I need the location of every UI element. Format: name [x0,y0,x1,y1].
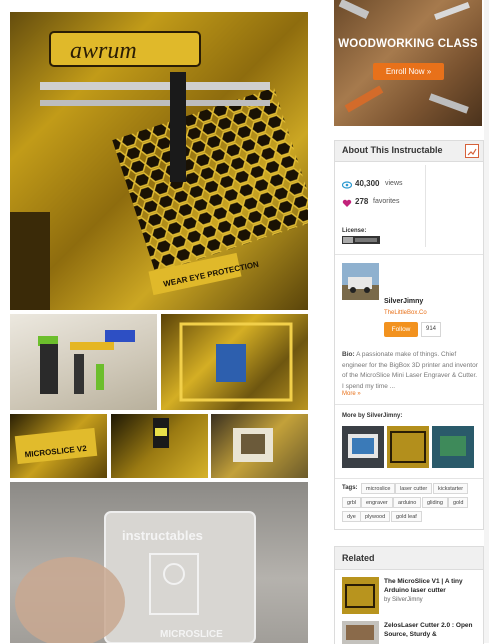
enroll-now-button[interactable]: Enroll Now » [373,63,444,80]
favorites-count: 278 [355,197,369,206]
microslice-plate-image: MICROSLICE V2 [14,427,98,465]
follow-button[interactable]: Follow [384,322,418,337]
author-name[interactable]: SilverJimny [384,298,423,305]
tag-arduino[interactable]: arduino [393,497,422,508]
about-panel: About This Instructable 40,300 views 278… [334,140,484,530]
license-label: License: [342,228,367,234]
clamp-parts-image [38,330,135,394]
author-divider [335,254,483,255]
thumb-photo-5[interactable] [211,414,308,478]
thumb-photo-3[interactable]: MICROSLICE V2 [10,414,107,478]
related-panel-title: Related [342,553,375,563]
bio-label: Bio: [342,351,355,358]
creative-commons-badge-icon[interactable] [342,236,380,244]
card-text-instructables: instructables [122,528,203,543]
laser-head-image [153,418,169,448]
author-avatar[interactable] [342,263,379,300]
tag-gliding[interactable]: gliding [422,497,448,508]
stats-chart-icon[interactable] [465,144,479,158]
laser-cutter-image: awrum WEAR EYE PROTECTION [10,12,308,310]
engraved-sample-image [233,428,273,462]
more-by-thumb-2[interactable] [387,426,429,468]
more-by-divider [335,404,483,405]
heart-icon [342,199,352,207]
more-by-thumb-3[interactable] [432,426,474,468]
bio-more-link[interactable]: More » [342,391,361,397]
related-thumb-2[interactable] [342,621,379,644]
thumb-photo-1[interactable] [10,314,157,410]
favorites-label: favorites [373,198,400,205]
related-thumb-1[interactable] [342,577,379,614]
tag-laser-cutter[interactable]: laser cutter [395,483,433,494]
tag-plywood[interactable]: plywood [360,511,391,522]
main-photo[interactable]: awrum WEAR EYE PROTECTION [10,12,308,310]
tag-gold[interactable]: gold [448,497,469,508]
views-label: views [385,180,403,187]
tag-grbl[interactable]: grbl [342,497,362,508]
tag-dye[interactable]: dye [342,511,361,522]
about-panel-header: About This Instructable [335,141,483,162]
tag-engraver[interactable]: engraver [361,497,393,508]
svg-text:awrum: awrum [70,38,137,64]
eye-icon [342,181,352,189]
engraved-card-image: instructables MICROSLICE [15,511,256,643]
more-by-heading: More by SilverJimny: [342,413,403,419]
about-panel-title: About This Instructable [342,145,443,155]
views-count: 40,300 [355,179,380,188]
tag-microslice[interactable]: microslice [361,483,396,494]
author-site-link[interactable]: TheLittleBox.Co [384,310,427,316]
related-item-1-author[interactable]: by SilverJimny [384,597,423,603]
tag-gold-leaf[interactable]: gold leaf [391,511,422,522]
related-panel-header: Related [335,547,483,570]
electronics-image [179,322,293,402]
thumb-photo-4[interactable] [111,414,208,478]
tags-divider [335,478,483,479]
more-by-thumb-1[interactable] [342,426,384,468]
engraved-card-photo[interactable]: instructables MICROSLICE [10,482,308,643]
followers-count: 914 [421,322,441,337]
related-item-1-title[interactable]: The MicroSlice V1 | A tiny Arduino laser… [384,577,478,595]
bio-block: Bio: A passionate make of things. Chief … [342,350,478,392]
stats-chart-glyph [467,148,477,156]
ad-title: WOODWORKING CLASS [338,38,478,50]
tags-label: Tags: [342,485,358,491]
stats-divider [425,165,426,247]
scrollbar-track[interactable] [484,0,489,643]
thumb-photo-2[interactable] [161,314,308,410]
related-item-2-title[interactable]: ZelosLaser Cutter 2.0 : Open Source, Stu… [384,621,478,639]
related-panel: Related The MicroSlice V1 | A tiny Ardui… [334,546,484,644]
tag-kickstarter[interactable]: kickstarter [433,483,469,494]
bio-text: A passionate make of things. Chief engin… [342,351,478,390]
card-text-microslice: MICROSLICE [160,629,223,640]
woodworking-class-ad[interactable]: WOODWORKING CLASS Enroll Now » [334,0,482,126]
